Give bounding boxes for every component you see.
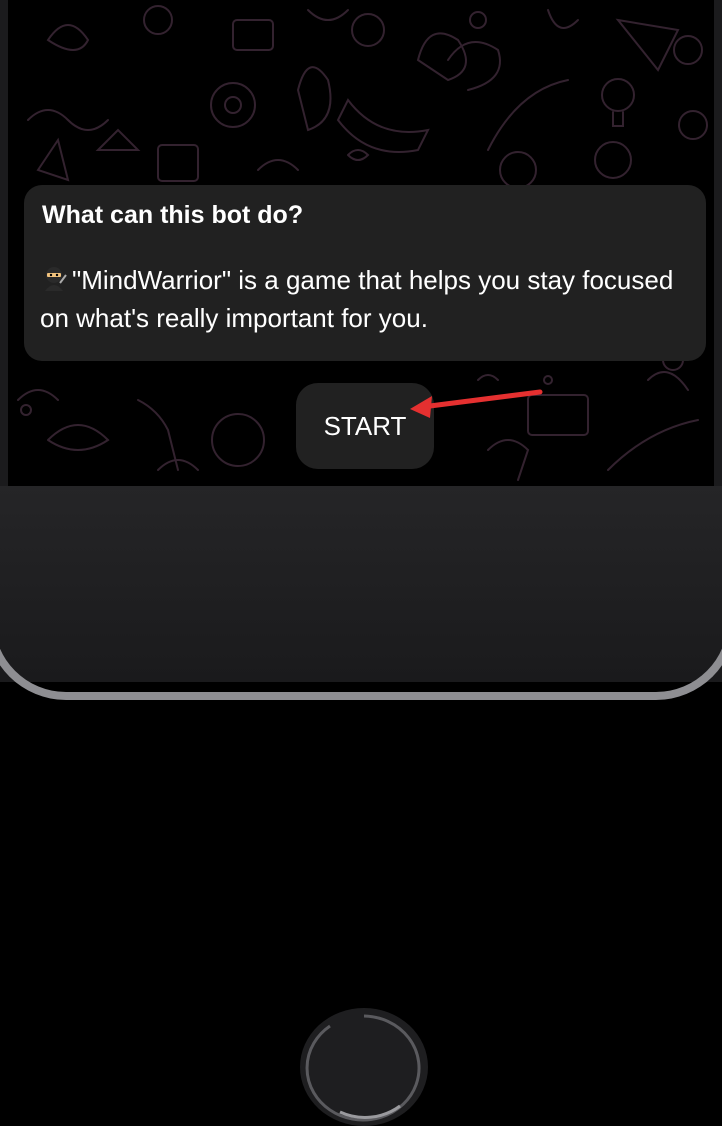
bot-info-description-row: "MindWarrior" is a game that helps you s… xyxy=(40,261,690,337)
home-button-ring-icon xyxy=(305,1014,421,1122)
ninja-icon xyxy=(45,267,67,291)
bot-info-title: What can this bot do? xyxy=(42,201,304,229)
bot-info-description-text: "MindWarrior" is a game that helps you s… xyxy=(40,265,674,333)
arrow-annotation-icon xyxy=(410,389,543,418)
bot-info-description: "MindWarrior" is a game that helps you s… xyxy=(40,261,690,337)
phone-frame-edge xyxy=(0,440,722,700)
bot-info-card: What can this bot do? "MindWarrior" is a… xyxy=(24,185,706,361)
start-button-label: START xyxy=(323,410,407,441)
home-button[interactable] xyxy=(300,1008,428,1126)
